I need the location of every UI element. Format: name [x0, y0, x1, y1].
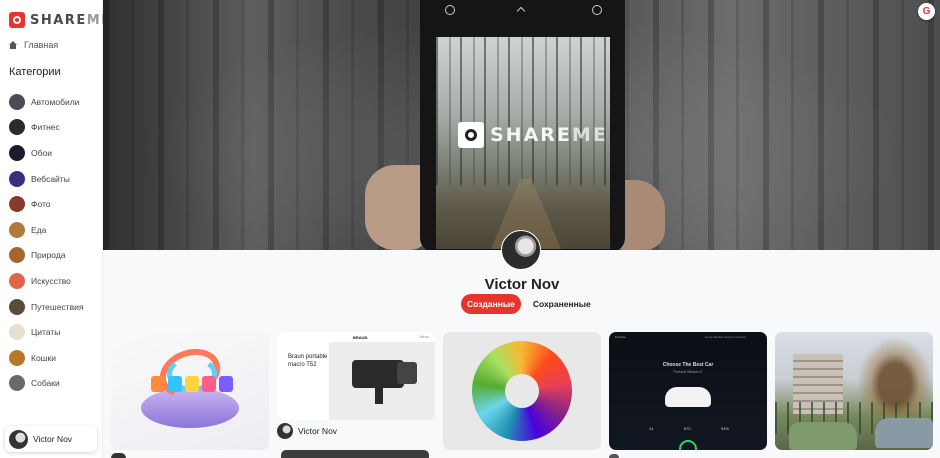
category-item[interactable]: Кошки	[9, 345, 83, 371]
pin-brand: BRAUN	[353, 335, 368, 340]
category-label: Вебсайты	[31, 173, 70, 184]
category-thumbnail	[9, 324, 25, 341]
pin-subtitle: Porsche Mission E	[673, 370, 703, 374]
category-item[interactable]: Фитнес	[9, 115, 83, 141]
category-thumbnail	[9, 144, 25, 161]
category-label: Обои	[31, 147, 52, 158]
pin-author-name: Victor Nov	[298, 426, 338, 436]
phone-image: SHAREME	[420, 0, 625, 250]
category-item[interactable]: Путешествия	[9, 294, 83, 320]
camera-logo-icon	[458, 122, 484, 148]
pin-card[interactable]	[281, 450, 429, 458]
category-label: Искусство	[31, 275, 71, 286]
pin-stat: 24	[649, 426, 654, 431]
pin-logo: Porsche	[615, 335, 627, 339]
tab-created[interactable]: Созданные	[461, 294, 521, 314]
category-thumbnail	[9, 247, 25, 264]
category-thumbnail	[9, 170, 25, 187]
home-icon	[9, 41, 17, 49]
pin-nav: Menu	[420, 335, 429, 339]
profile-name: Victor Nov	[484, 276, 560, 293]
nav-home[interactable]: Главная	[9, 40, 58, 50]
pin-card[interactable]: Porsche Home Models Support Contact Choo…	[609, 332, 767, 450]
category-thumbnail	[9, 298, 25, 315]
category-item[interactable]: Обои	[9, 140, 83, 166]
flash-icon	[445, 5, 455, 15]
pin-card[interactable]	[775, 332, 933, 450]
user-name: Victor Nov	[33, 434, 73, 444]
nav-home-label: Главная	[24, 40, 59, 50]
category-label: Цитаты	[31, 327, 61, 338]
sidebar: SHAREME Главная Категории Автомобили Фитн…	[0, 0, 110, 458]
category-thumbnail	[9, 196, 25, 213]
category-label: Фото	[31, 199, 51, 210]
category-thumbnail	[9, 119, 25, 136]
banner-logo-text-me: ME	[571, 124, 608, 146]
app-logo[interactable]: SHAREME	[9, 12, 112, 28]
category-item[interactable]: Природа	[9, 243, 83, 269]
chevron-up-icon	[516, 6, 526, 16]
tab-saved[interactable]: Сохраненные	[527, 294, 597, 314]
app-root: SHAREME Главная Категории Автомобили Фитн…	[0, 0, 940, 458]
profile-avatar	[501, 230, 541, 270]
profile-banner: SHAREME	[103, 0, 940, 250]
pin-card[interactable]	[609, 454, 619, 458]
category-label: Собаки	[31, 378, 60, 389]
category-thumbnail	[9, 272, 25, 289]
pin-card[interactable]	[443, 332, 601, 450]
banner-logo-text-share: SHARE	[490, 124, 572, 146]
category-thumbnail	[9, 93, 25, 110]
category-item[interactable]: Собаки	[9, 371, 83, 397]
live-photo-icon	[592, 5, 602, 15]
category-item[interactable]: Вебсайты	[9, 166, 83, 192]
avatar	[9, 429, 28, 449]
pin-stat: 870	[683, 426, 691, 431]
pin-stats: 24 870 94%	[649, 426, 729, 431]
category-label: Кошки	[31, 352, 56, 363]
pin-title: Choose The Best Car	[662, 362, 714, 368]
category-thumbnail	[9, 221, 25, 238]
category-label: Природа	[31, 250, 66, 261]
pin-card[interactable]: BRAUN Menu Braun portable macro T52	[277, 332, 435, 420]
logo-text-share: SHARE	[30, 12, 87, 28]
category-item[interactable]: Искусство	[9, 268, 83, 294]
category-item[interactable]: Цитаты	[9, 319, 83, 345]
category-list: Автомобили Фитнес Обои Вебсайты Фото Еда Приро…	[9, 89, 83, 396]
category-label: Автомобили	[31, 96, 80, 107]
category-item[interactable]: Автомобили	[9, 89, 83, 115]
pin-caption: Braun portable macro T52	[288, 354, 328, 368]
category-thumbnail	[9, 375, 25, 392]
category-label: Путешествия	[31, 301, 84, 312]
banner-logo: SHAREME	[458, 122, 608, 148]
category-label: Фитнес	[31, 122, 60, 133]
pin-card[interactable]	[111, 332, 269, 450]
logout-button[interactable]: G	[918, 3, 935, 20]
google-icon: G	[922, 6, 931, 17]
logo-text: SHAREME	[30, 13, 112, 28]
pin-nav: Home Models Support Contact	[705, 335, 747, 339]
category-item[interactable]: Еда	[9, 217, 83, 243]
category-item[interactable]: Фото	[9, 191, 83, 217]
pin-card[interactable]	[111, 453, 126, 458]
avatar	[277, 423, 293, 439]
pin-stat: 94%	[720, 426, 729, 431]
profile-tabs: Созданные Сохраненные	[461, 294, 597, 314]
category-thumbnail	[9, 349, 25, 366]
camera-logo-icon	[9, 12, 25, 28]
category-label: Еда	[31, 224, 47, 235]
user-profile-link[interactable]: Victor Nov	[5, 426, 97, 452]
pin-author[interactable]: Victor Nov	[277, 423, 337, 439]
categories-title: Категории	[9, 66, 61, 78]
